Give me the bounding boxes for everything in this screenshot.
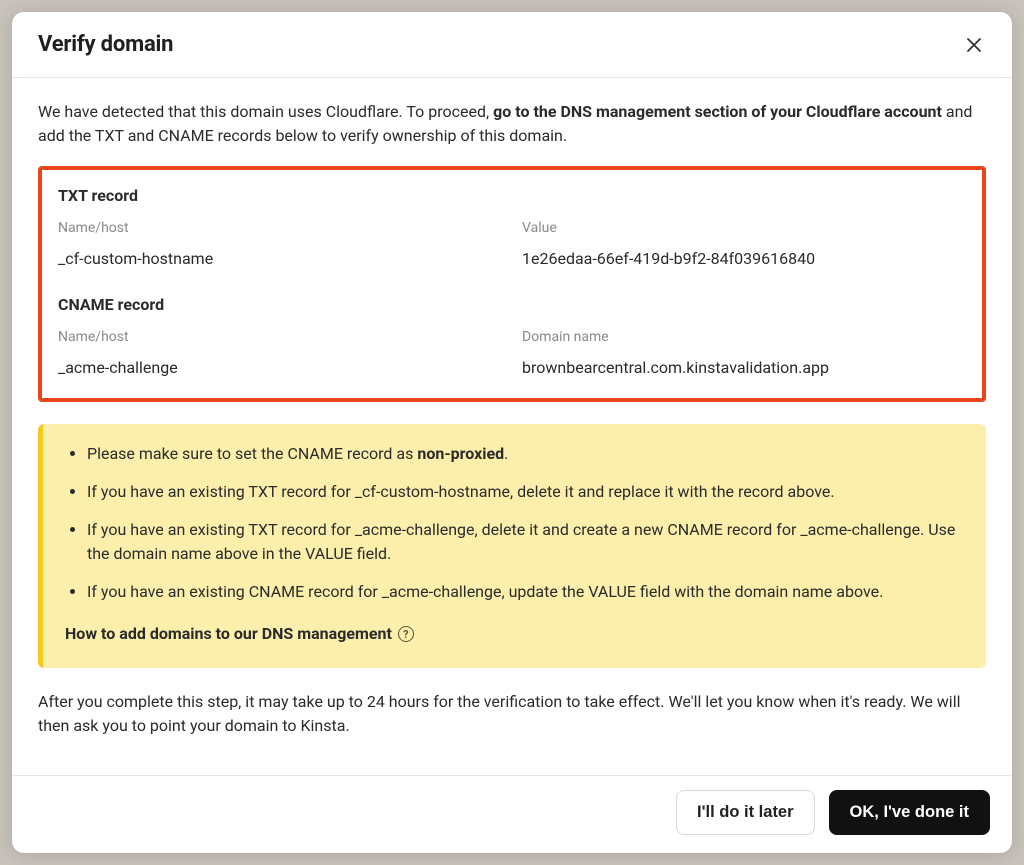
instructions-note: Please make sure to set the CNAME record… (38, 424, 986, 668)
verify-domain-modal: Verify domain We have detected that this… (12, 12, 1012, 853)
close-icon (966, 41, 982, 56)
help-link-text: How to add domains to our DNS management (65, 622, 392, 646)
do-later-button[interactable]: I'll do it later (676, 790, 815, 835)
modal-footer: I'll do it later OK, I've done it (12, 775, 1012, 853)
question-circle-icon: ? (398, 626, 414, 642)
list-item: If you have an existing TXT record for _… (87, 480, 964, 504)
note1-suffix: . (504, 444, 508, 463)
after-text: After you complete this step, it may tak… (38, 690, 986, 738)
txt-name-label: Name/host (58, 218, 502, 239)
modal-body: We have detected that this domain uses C… (12, 78, 1012, 775)
cname-record-heading: CNAME record (58, 293, 966, 317)
dns-records-box: TXT record Name/host _cf-custom-hostname… (38, 166, 986, 402)
modal-header: Verify domain (12, 12, 1012, 78)
modal-title: Verify domain (38, 32, 173, 57)
cname-record-section: CNAME record Name/host _acme-challenge D… (58, 293, 966, 380)
list-item: If you have an existing TXT record for _… (87, 518, 964, 566)
txt-value-value: 1e26edaa-66ef-419d-b9f2-84f039616840 (522, 247, 966, 271)
list-item: Please make sure to set the CNAME record… (87, 442, 964, 466)
txt-record-section: TXT record Name/host _cf-custom-hostname… (58, 184, 966, 271)
close-button[interactable] (962, 33, 986, 57)
cname-domain-value: brownbearcentral.com.kinstavalidation.ap… (522, 356, 966, 380)
done-button[interactable]: OK, I've done it (829, 790, 990, 835)
txt-name-value: _cf-custom-hostname (58, 247, 502, 271)
help-link[interactable]: How to add domains to our DNS management… (65, 622, 414, 646)
note1-bold: non-proxied (417, 444, 504, 463)
txt-value-label: Value (522, 218, 966, 239)
cname-name-value: _acme-challenge (58, 356, 502, 380)
note1-prefix: Please make sure to set the CNAME record… (87, 444, 417, 463)
cname-domain-label: Domain name (522, 327, 966, 348)
intro-bold: go to the DNS management section of your… (493, 102, 942, 121)
intro-prefix: We have detected that this domain uses C… (38, 102, 493, 121)
txt-record-heading: TXT record (58, 184, 966, 208)
intro-text: We have detected that this domain uses C… (38, 100, 986, 148)
instructions-list: Please make sure to set the CNAME record… (65, 442, 964, 604)
cname-name-label: Name/host (58, 327, 502, 348)
list-item: If you have an existing CNAME record for… (87, 580, 964, 604)
